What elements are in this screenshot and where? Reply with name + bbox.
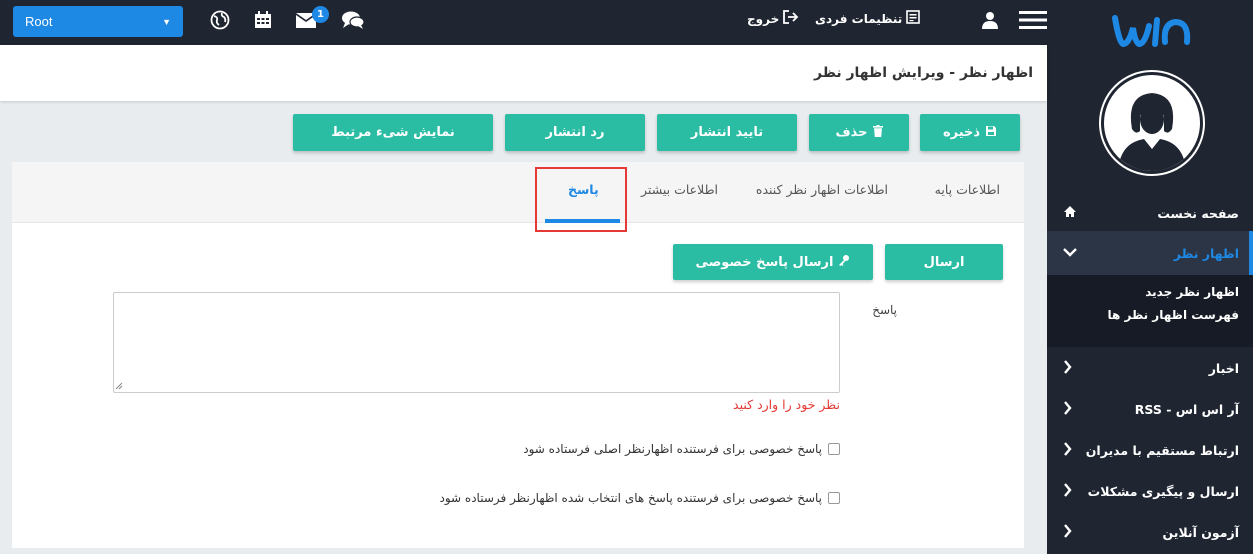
comments-submenu: اظهار نظر جدید فهرست اظهار نظر ها xyxy=(1047,275,1253,347)
reject-publish-button[interactable]: رد انتشار xyxy=(505,114,645,151)
content-panel: اطلاعات پایه اطلاعات اظهار نظر کننده اطل… xyxy=(12,162,1024,548)
save-button[interactable]: ذخیره xyxy=(920,114,1020,151)
id-card-icon xyxy=(906,10,921,27)
highlight-box xyxy=(535,167,627,232)
chevron-left-icon xyxy=(1063,523,1072,541)
save-label: ذخیره xyxy=(942,125,981,140)
home-icon xyxy=(1063,205,1077,221)
reject-publish-label: رد انتشار xyxy=(545,125,605,140)
sidebar-item-rss[interactable]: آر اس اس - RSS xyxy=(1047,389,1253,429)
delete-button[interactable]: حذف xyxy=(809,114,909,151)
show-related-object-label: نمایش شیء مرتبط xyxy=(331,125,455,140)
root-select-value: Root xyxy=(25,14,53,29)
send-private-reply-label: ارسال پاسخ خصوصی xyxy=(695,254,834,270)
tab-basic-info[interactable]: اطلاعات پایه xyxy=(935,182,1000,197)
chat-icon[interactable] xyxy=(341,9,365,31)
resize-handle-icon[interactable] xyxy=(114,381,123,390)
personal-settings-label: تنظیمات فردی xyxy=(815,11,903,26)
sidebar-item-label: آر اس اس - RSS xyxy=(1134,401,1239,417)
show-related-object-button[interactable]: نمایش شیء مرتبط xyxy=(293,114,493,151)
tab-more-info[interactable]: اطلاعات بیشتر xyxy=(641,182,718,197)
submenu-item-comment-list[interactable]: فهرست اظهار نظر ها xyxy=(1061,308,1239,331)
send-button[interactable]: ارسال xyxy=(885,244,1003,280)
private-reply-selected-checkbox[interactable] xyxy=(828,492,840,504)
key-icon xyxy=(838,254,850,270)
sidebar-item-label: اظهار نظر xyxy=(1173,245,1239,261)
page-header: اظهار نظر - ویرایش اظهار نظر xyxy=(0,45,1047,101)
reply-error-message: نظر خود را وارد کنید xyxy=(733,397,840,412)
sidebar-item-label: آزمون آنلاین xyxy=(1162,524,1240,540)
sidebar-item-label: ارسال و پیگیری مشکلات xyxy=(1087,483,1239,499)
chevron-down-icon xyxy=(1063,245,1077,261)
logout-icon xyxy=(783,10,799,27)
chevron-left-icon xyxy=(1063,441,1072,459)
personal-settings-link[interactable]: تنظیمات فردی xyxy=(815,10,921,27)
hamburger-menu-icon[interactable] xyxy=(1018,9,1048,31)
sidebar-item-contact-managers[interactable]: ارتباط مستقیم با مدیران xyxy=(1047,430,1253,470)
sidebar-item-news[interactable]: اخبار xyxy=(1047,348,1253,388)
send-private-reply-button[interactable]: ارسال پاسخ خصوصی xyxy=(673,244,873,280)
chevron-left-icon xyxy=(1063,482,1072,500)
caret-down-icon: ▼ xyxy=(162,16,171,27)
sidebar-item-label: صفحه نخست xyxy=(1157,205,1239,221)
floppy-disk-icon xyxy=(985,125,997,141)
tab-commenter-info[interactable]: اطلاعات اظهار نظر کننده xyxy=(756,182,888,197)
private-reply-selected-row: پاسخ خصوصی برای فرستنده پاسخ های انتخاب … xyxy=(440,491,840,505)
private-reply-original-checkbox[interactable] xyxy=(828,443,840,455)
private-reply-original-label[interactable]: پاسخ خصوصی برای فرستنده اظهارنظر اصلی فر… xyxy=(523,442,822,456)
active-indicator xyxy=(1249,231,1253,275)
submenu-item-new-comment[interactable]: اظهار نظر جدید xyxy=(1061,285,1239,308)
logo xyxy=(1109,6,1193,54)
approve-publish-button[interactable]: تایید انتشار xyxy=(657,114,797,151)
globe-icon[interactable] xyxy=(209,9,231,31)
send-label: ارسال xyxy=(923,254,965,270)
avatar xyxy=(1101,72,1203,174)
delete-label: حذف xyxy=(835,125,868,140)
sidebar-item-label: ارتباط مستقیم با مدیران xyxy=(1085,442,1239,458)
tab-bar: اطلاعات پایه اطلاعات اظهار نظر کننده اطل… xyxy=(12,162,1024,223)
chevron-left-icon xyxy=(1063,400,1072,418)
root-select[interactable]: Root ▼ xyxy=(13,6,183,37)
private-reply-original-row: پاسخ خصوصی برای فرستنده اظهارنظر اصلی فر… xyxy=(523,442,840,456)
sidebar-item-home[interactable]: صفحه نخست xyxy=(1047,193,1253,233)
calendar-icon[interactable] xyxy=(252,9,274,31)
sidebar-item-label: اخبار xyxy=(1208,360,1239,376)
sidebar-item-comments[interactable]: اظهار نظر xyxy=(1047,231,1253,275)
logout-link[interactable]: خروج xyxy=(747,10,799,27)
chevron-left-icon xyxy=(1063,359,1072,377)
page-title: اظهار نظر - ویرایش اظهار نظر xyxy=(814,65,1033,81)
reply-label: پاسخ xyxy=(872,303,897,317)
approve-publish-label: تایید انتشار xyxy=(690,125,764,140)
logout-label: خروج xyxy=(747,11,780,26)
notification-badge: 1 xyxy=(312,6,329,23)
sidebar-item-issues[interactable]: ارسال و پیگیری مشکلات xyxy=(1047,471,1253,511)
top-bar: Root ▼ 1 تنظیمات فردی خروج xyxy=(0,0,1047,45)
user-icon[interactable] xyxy=(979,9,1001,31)
sidebar: صفحه نخست اظهار نظر اظهار نظر جدید فهرست… xyxy=(1047,0,1253,554)
sidebar-item-online-exam[interactable]: آزمون آنلاین xyxy=(1047,512,1253,552)
trash-icon xyxy=(872,124,883,141)
private-reply-selected-label[interactable]: پاسخ خصوصی برای فرستنده پاسخ های انتخاب … xyxy=(440,491,822,505)
reply-textarea[interactable] xyxy=(113,292,840,393)
